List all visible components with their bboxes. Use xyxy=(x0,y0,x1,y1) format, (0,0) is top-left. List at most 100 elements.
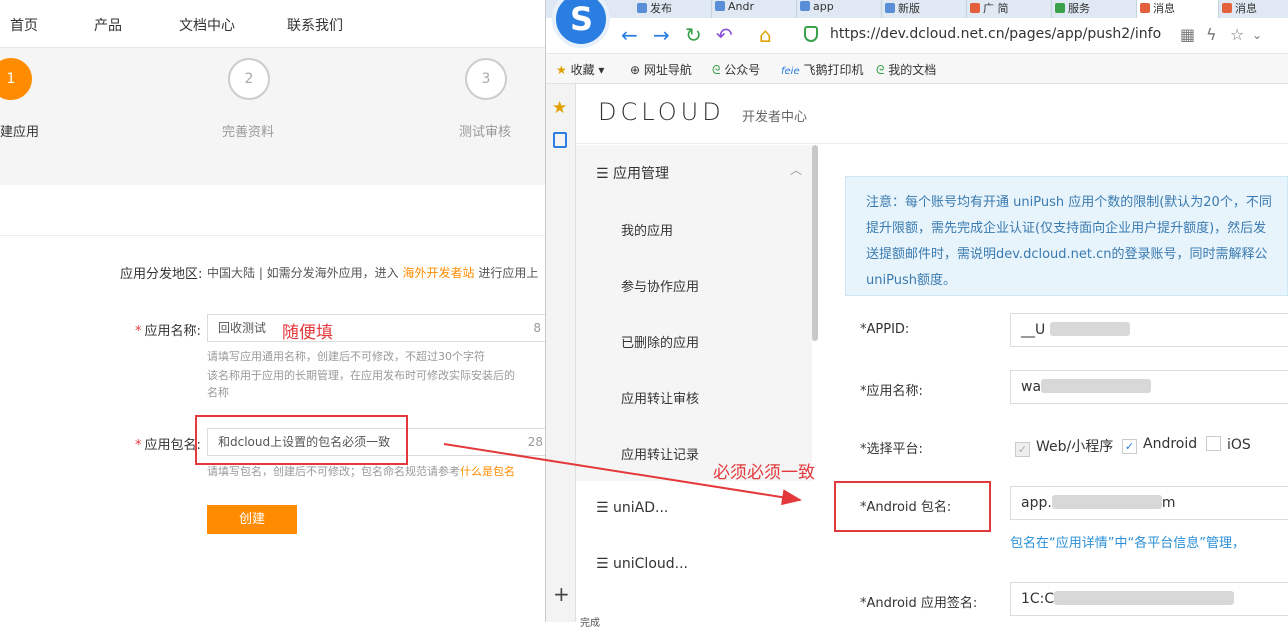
tab-icon xyxy=(1222,3,1232,13)
annotation-box-left xyxy=(195,415,408,465)
nav-products[interactable]: 产品 xyxy=(94,15,122,35)
sidebar-scrollbar[interactable] xyxy=(812,145,818,341)
grid-icon[interactable]: ▦ xyxy=(1180,24,1195,46)
section-divider xyxy=(0,235,545,236)
pkg-hint-text: 请填写包名，创建后不可修改；包名命名规范请参考 xyxy=(207,465,460,478)
browser-tab-3[interactable]: app xyxy=(797,0,882,18)
group-text: 应用管理 xyxy=(613,166,670,182)
create-button[interactable]: 创建 xyxy=(207,505,297,534)
favorite-star-icon[interactable]: ★ xyxy=(552,98,567,118)
sidebar-item-my-apps[interactable]: 我的应用 xyxy=(576,201,812,257)
browser-tab-5[interactable]: 广 简 xyxy=(967,0,1052,18)
home-icon[interactable]: ⌂ xyxy=(759,24,772,46)
chevron-down-icon[interactable]: ⌄ xyxy=(1252,24,1262,46)
back-icon[interactable]: ← xyxy=(621,24,638,46)
platform-label-text: Web/小程序 xyxy=(1036,439,1114,455)
refresh-icon[interactable]: ↻ xyxy=(685,24,702,46)
android-sig-label: *Android 应用签名: xyxy=(860,596,978,611)
app-name-input[interactable]: 回收测试 8 xyxy=(207,314,545,342)
region-suffix: 进行应用上 xyxy=(478,266,539,280)
browser-tab-6[interactable]: 服务 xyxy=(1052,0,1137,18)
sidebar-group-app-mgmt[interactable]: ☰ 应用管理 ︿ xyxy=(576,145,812,201)
sidebar-item-deleted-apps[interactable]: 已删除的应用 xyxy=(576,313,812,369)
platform-label-text: Android xyxy=(1143,436,1198,452)
bookmark-favorites[interactable]: ★ 收藏 ▾ xyxy=(556,61,604,78)
bookmark-label: 飞鹅打印机 xyxy=(803,63,864,77)
tab-bar: 发布 Andr app 新版 广 简 服务 消息 消息 xyxy=(546,0,1288,18)
tab-icon xyxy=(1055,3,1065,13)
nav-contact[interactable]: 联系我们 xyxy=(287,15,343,35)
forward-icon[interactable]: → xyxy=(653,24,670,46)
bookmark-label: 网址导航 xyxy=(643,63,692,77)
sidebar-group-label: ☰ uniCloud... xyxy=(596,556,688,572)
bookmark-label: 公众号 xyxy=(724,63,761,77)
sidebar-group-unicloud[interactable]: ☰ uniCloud... xyxy=(576,537,812,593)
group-text: uniCloud... xyxy=(613,556,688,572)
annotation-must-match: 必须必须一致 xyxy=(713,463,815,483)
tab-icon xyxy=(800,1,810,11)
reader-icon[interactable] xyxy=(553,132,567,148)
platform-web-checkbox[interactable]: ✓ Web/小程序 xyxy=(1015,436,1113,457)
bolt-icon[interactable]: ϟ xyxy=(1206,24,1217,46)
annotation-box-right xyxy=(834,481,991,532)
sidebar-item-label: 已删除的应用 xyxy=(621,336,700,351)
sidebar-item-collab-apps[interactable]: 参与协作应用 xyxy=(576,257,812,313)
pkg-info-link[interactable]: 包名在“应用详情”中“各平台信息”管理， xyxy=(1010,532,1245,551)
required-mark: * xyxy=(135,438,142,453)
annotation-fill-anything: 随便填 xyxy=(282,323,333,343)
browser-tab-1[interactable]: 发布 xyxy=(634,0,712,18)
nav-docs[interactable]: 文档中心 xyxy=(179,15,235,35)
sidebar-item-transfer-review[interactable]: 应用转让审核 xyxy=(576,369,812,425)
notice-line-3: 送提额邮件时，需说明dev.dcloud.net.cn的登录账号，同时需解释公 xyxy=(866,247,1268,262)
bookmark-wechat[interactable]: ᘓ 公众号 xyxy=(712,61,760,78)
plus-icon[interactable]: + xyxy=(553,582,570,606)
browser-tab-8[interactable]: 消息 xyxy=(1219,0,1288,18)
pkg-name-label-text: 应用包名: xyxy=(144,438,201,453)
bookmark-printer[interactable]: feie 飞鹅打印机 xyxy=(781,61,863,78)
android-pkg-value-end: m xyxy=(1161,495,1176,511)
group-text: uniAD... xyxy=(613,500,669,516)
bookmark-nav[interactable]: ⊕ 网址导航 xyxy=(630,61,692,78)
tab-label: 新版 xyxy=(898,2,920,15)
platform-label-text: iOS xyxy=(1227,437,1251,453)
pkg-name-label: * 应用包名: xyxy=(135,434,201,453)
url-field[interactable]: https://dev.dcloud.net.cn/pages/app/push… xyxy=(830,26,1161,42)
step-2-circle: 2 xyxy=(228,58,270,100)
list-icon: ☰ xyxy=(596,166,614,182)
bookmark-label: 我的文档 xyxy=(888,63,937,77)
appid-input[interactable]: __U xyxy=(1010,313,1288,347)
platform-ios-checkbox[interactable]: iOS xyxy=(1206,436,1251,453)
step-3-label: 测试审核 xyxy=(459,125,512,140)
android-sig-input[interactable]: 1C:C xyxy=(1010,582,1288,616)
undo-icon[interactable]: ↶ xyxy=(716,24,733,46)
tab-label: 消息 xyxy=(1153,2,1175,15)
bookmark-docs[interactable]: ᘓ 我的文档 xyxy=(876,61,936,78)
dcloud-header: DCLOUD 开发者中心 xyxy=(576,84,1288,144)
app-name-counter: 8 xyxy=(533,321,541,335)
dcloud-logo[interactable]: DCLOUD xyxy=(598,98,725,126)
what-is-pkg-link[interactable]: 什么是包名 xyxy=(460,465,515,478)
appid-value: __U xyxy=(1021,322,1046,338)
android-pkg-input[interactable]: app. m xyxy=(1010,486,1288,520)
nav-home[interactable]: 首页 xyxy=(10,15,38,35)
star-icon: ★ xyxy=(556,63,567,77)
quota-notice: 注意：每个账号均有开通 uniPush 应用个数的限制(默认为20个，不同 提升… xyxy=(845,176,1288,296)
platform-label: *选择平台: xyxy=(860,442,923,457)
browser-tab-7-active[interactable]: 消息 xyxy=(1137,0,1219,18)
star-icon[interactable]: ☆ xyxy=(1230,24,1244,46)
list-icon: ☰ xyxy=(596,556,614,572)
tab-label: 消息 xyxy=(1235,2,1257,15)
app-name-value: 回收测试 xyxy=(218,321,267,335)
region-desc: 中国大陆 | 如需分发海外应用，进入 xyxy=(207,266,399,280)
overseas-dev-link[interactable]: 海外开发者站 xyxy=(403,266,475,280)
tab-icon xyxy=(885,3,895,13)
app-name-input-dc[interactable]: wa xyxy=(1010,370,1288,404)
browser-tab-2[interactable]: Andr xyxy=(712,0,797,18)
sidebar-group-uniad[interactable]: ☰ uniAD... xyxy=(576,481,812,537)
required-mark: * xyxy=(135,324,142,339)
tab-icon xyxy=(637,3,647,13)
sidebar-item-label: 参与协作应用 xyxy=(621,280,700,295)
tab-label: app xyxy=(813,0,834,13)
platform-android-checkbox[interactable]: ✓ Android xyxy=(1122,436,1197,454)
browser-tab-4[interactable]: 新版 xyxy=(882,0,967,18)
